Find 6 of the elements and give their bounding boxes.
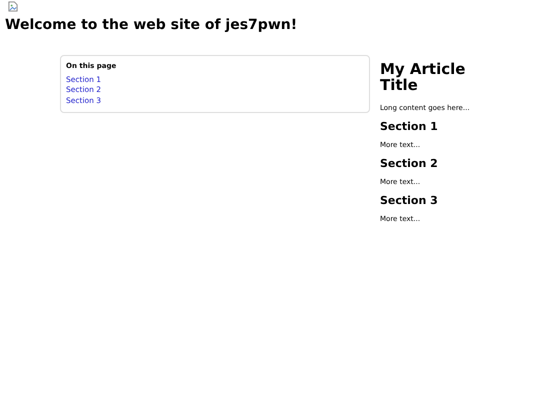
page-heading: Welcome to the web site of jes7pwn! <box>5 18 298 32</box>
section-heading: Section 2 <box>380 156 439 172</box>
broken-image-icon <box>8 1 18 12</box>
article-title: My Article Title <box>380 61 466 93</box>
section-heading: Section 3 <box>380 192 439 208</box>
section-heading: Section 1 <box>380 118 439 134</box>
